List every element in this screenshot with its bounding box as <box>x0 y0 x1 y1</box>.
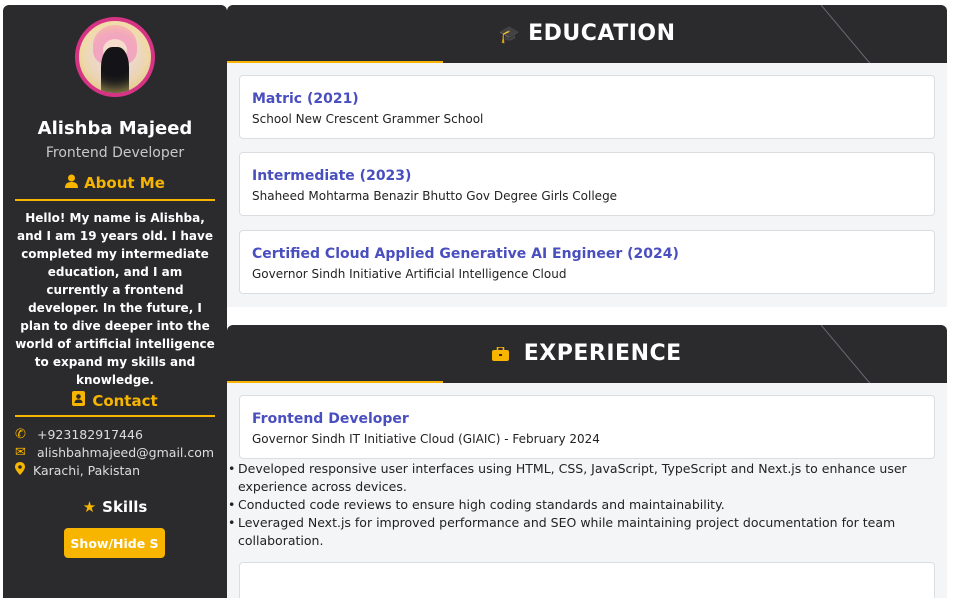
list-item: Conducted code reviews to ensure high co… <box>228 496 938 514</box>
briefcase-icon <box>492 345 515 365</box>
phone-text: +923182917446 <box>37 426 143 442</box>
education-title-text: Certified Cloud Applied Generative AI En… <box>252 246 679 262</box>
graduation-cap-icon: 🎓 <box>498 25 521 45</box>
user-icon <box>65 174 79 192</box>
experience-card-next <box>239 562 935 598</box>
about-heading-label: About Me <box>84 174 165 192</box>
education-card: Certified Cloud Applied Generative AI En… <box>239 230 935 294</box>
toggle-skills-button[interactable]: Show/Hide S <box>64 528 165 558</box>
envelope-icon: ✉ <box>15 444 26 460</box>
education-title: EDUCATION <box>528 21 676 46</box>
education-title-text: Matric (2021) <box>252 91 359 107</box>
email-text: alishbahmajeed@gmail.com <box>37 444 215 460</box>
location-pin-icon <box>15 461 33 479</box>
profile-name: Alishba Majeed <box>37 118 193 139</box>
experience-card: Frontend Developer Governor Sindh IT Ini… <box>239 395 935 459</box>
phone-icon: ✆ <box>15 426 26 442</box>
list-item: Leveraged Next.js for improved performan… <box>228 514 938 550</box>
experience-title: EXPERIENCE <box>523 341 682 366</box>
address-book-icon <box>72 391 86 410</box>
contact-heading: Contact <box>15 391 215 410</box>
about-heading: About Me <box>15 174 215 192</box>
contact-list: ✆ +923182917446 ✉ alishbahmajeed@gmail.c… <box>15 425 225 479</box>
education-header: 🎓 EDUCATION <box>227 5 947 63</box>
education-institution: Governor Sindh Initiative Artificial Int… <box>252 267 567 281</box>
skills-heading-label: Skills <box>102 498 148 516</box>
contact-divider <box>15 415 215 417</box>
contact-location: Karachi, Pakistan <box>15 461 225 479</box>
education-institution: Shaheed Mohtarma Benazir Bhutto Gov Degr… <box>252 189 618 203</box>
skills-heading: ★ Skills <box>15 498 215 516</box>
education-institution: School New Crescent Grammer School <box>252 112 484 126</box>
experience-bullets: Developed responsive user interfaces usi… <box>228 460 938 550</box>
contact-heading-label: Contact <box>92 392 158 410</box>
education-card: Matric (2021) School New Crescent Gramme… <box>239 75 935 139</box>
profile-role: Frontend Developer <box>45 145 185 161</box>
star-icon: ★ <box>82 498 97 516</box>
job-title: Frontend Developer <box>252 411 409 427</box>
about-text: Hello! My name is Alishba, and I am 19 y… <box>15 211 215 387</box>
avatar <box>75 17 155 97</box>
experience-header: EXPERIENCE <box>227 325 947 383</box>
contact-email[interactable]: ✉ alishbahmajeed@gmail.com <box>15 443 225 461</box>
job-subtitle: Governor Sindh IT Initiative Cloud (GIAI… <box>252 432 600 446</box>
profile-sidebar: Alishba Majeed Frontend Developer About … <box>3 5 227 598</box>
education-title-text: Intermediate (2023) <box>252 168 412 184</box>
list-item: Developed responsive user interfaces usi… <box>228 460 938 496</box>
education-body: Matric (2021) School New Crescent Gramme… <box>227 63 947 307</box>
contact-phone[interactable]: ✆ +923182917446 <box>15 425 225 443</box>
about-divider <box>15 199 215 201</box>
education-card: Intermediate (2023) Shaheed Mohtarma Ben… <box>239 152 935 216</box>
location-text: Karachi, Pakistan <box>33 462 140 478</box>
